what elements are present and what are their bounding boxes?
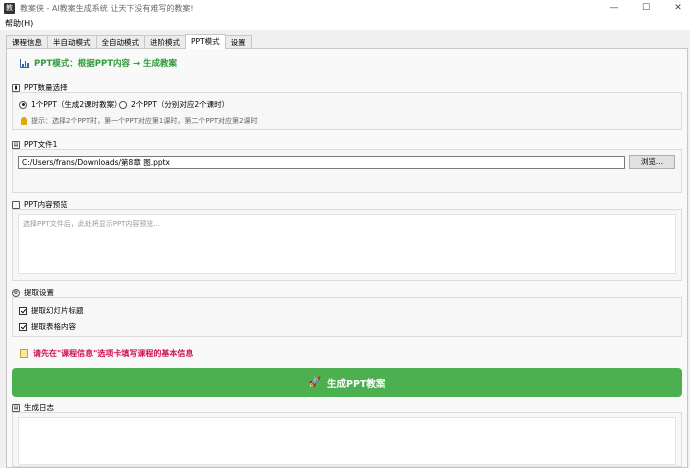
window-title: 教案侠 - AI教案生成系统 让天下没有难写的教案! (20, 3, 194, 13)
tab-semi-auto[interactable]: 半自动模式 (47, 35, 97, 49)
tab-full-auto[interactable]: 全自动模式 (95, 35, 145, 49)
ppt-preview-placeholder: 选择PPT文件后，此处将显示PPT内容预览... (23, 220, 161, 228)
radio-one-ppt-indicator[interactable] (19, 100, 27, 109)
close-button[interactable]: ✕ (666, 0, 690, 16)
minimize-button[interactable]: — (602, 0, 626, 16)
extract-settings-group (12, 297, 682, 337)
extract-tables-checkbox-row[interactable]: 提取表格内容 (19, 321, 76, 332)
log-textarea[interactable] (18, 417, 676, 465)
tab-course-info[interactable]: 课程信息 (6, 35, 48, 49)
extract-titles-checkbox[interactable] (19, 306, 27, 315)
menu-bar: 帮助(H) (0, 16, 690, 30)
radio-one-ppt[interactable]: 1个PPT（生成2课时教案） (19, 99, 122, 110)
tab-bar: 课程信息 半自动模式 全自动模式 进阶模式 PPT模式 设置 (6, 34, 252, 49)
extract-tables-label: 提取表格内容 (31, 322, 76, 331)
radio-one-ppt-label: 1个PPT（生成2课时教案） (31, 100, 122, 109)
page-heading-text: PPT模式：根据PPT内容 → 生成教案 (34, 59, 178, 69)
lightbulb-icon (21, 117, 27, 125)
menu-help[interactable]: 帮助(H) (5, 18, 33, 29)
generate-ppt-lesson-button[interactable]: 🚀 生成PPT教案 (12, 368, 682, 397)
app-logo-icon: 教 (4, 2, 15, 14)
page-heading: PPT模式：根据PPT内容 → 生成教案 (20, 57, 177, 69)
window-controls: — ☐ ✕ (594, 0, 690, 16)
ppt-mode-panel: PPT模式：根据PPT内容 → 生成教案 ▮ PPT数量选择 1个PPT（生成2… (6, 48, 688, 468)
radio-two-ppt[interactable]: 2个PPT（分别对应2个课时） (119, 99, 229, 110)
browse-button[interactable]: 浏览... (629, 155, 675, 169)
maximize-button[interactable]: ☐ (634, 0, 658, 16)
extract-tables-checkbox[interactable] (19, 322, 27, 331)
ppt-count-hint: 提示：选择2个PPT时，第一个PPT对应第1课时，第二个PPT对应第2课时 (21, 116, 258, 126)
tab-settings[interactable]: 设置 (224, 35, 252, 49)
file-icon: ▤ (12, 140, 20, 149)
ppt-count-hint-text: 提示：选择2个PPT时，第一个PPT对应第1课时，第二个PPT对应第2课时 (31, 117, 258, 125)
radio-two-ppt-indicator[interactable] (119, 100, 127, 109)
tab-ppt-mode[interactable]: PPT模式 (185, 34, 226, 49)
gear-icon: ⚙ (12, 288, 20, 297)
ppt-preview-textarea[interactable]: 选择PPT文件后，此处将显示PPT内容预览... (18, 214, 676, 274)
course-info-warning-text: 请先在"课程信息"选项卡填写课程的基本信息 (33, 349, 194, 358)
extract-titles-label: 提取幻灯片标题 (31, 306, 84, 315)
course-info-warning: 请先在"课程信息"选项卡填写课程的基本信息 (20, 348, 193, 359)
bar-chart-icon (20, 58, 30, 68)
radio-two-ppt-label: 2个PPT（分别对应2个课时） (131, 100, 230, 109)
ppt-file-path-input[interactable]: C:/Users/frans/Downloads/第8章 图.pptx (18, 156, 625, 169)
log-icon: ▤ (12, 403, 20, 412)
extract-titles-checkbox-row[interactable]: 提取幻灯片标题 (19, 305, 84, 316)
rocket-icon: 🚀 (308, 377, 322, 388)
count-group-icon: ▮ (12, 83, 20, 92)
memo-icon (20, 349, 28, 358)
preview-icon (12, 200, 20, 209)
generate-button-label: 生成PPT教案 (327, 378, 386, 390)
window-titlebar: 教 教案侠 - AI教案生成系统 让天下没有难写的教案! — ☐ ✕ (0, 0, 690, 16)
tab-advanced[interactable]: 进阶模式 (144, 35, 186, 49)
